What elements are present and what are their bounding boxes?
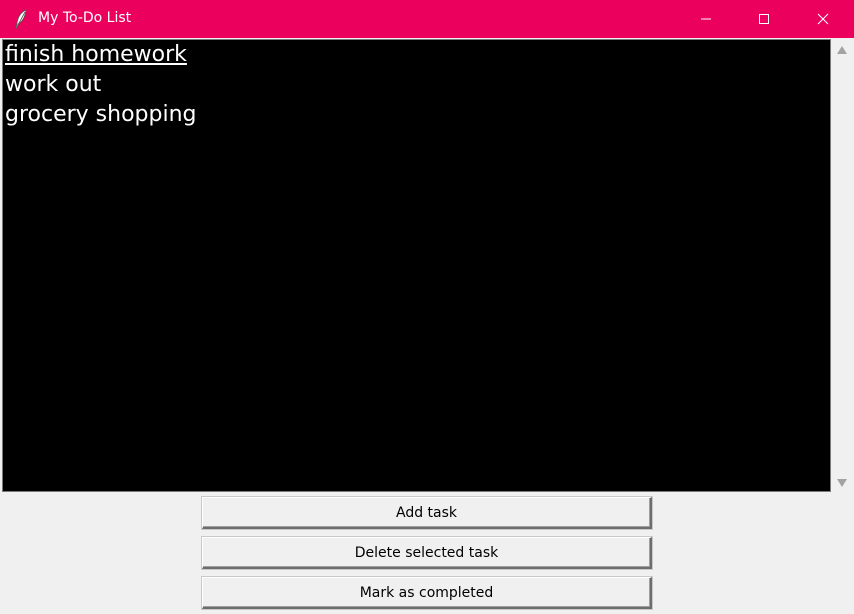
mark-completed-button[interactable]: Mark as completed	[202, 577, 652, 609]
close-icon	[817, 13, 829, 25]
vertical-scrollbar[interactable]	[833, 39, 852, 492]
app-window: My To-Do List finish homework work out g…	[0, 0, 854, 614]
task-item[interactable]: grocery shopping	[3, 100, 830, 130]
title-bar[interactable]: My To-Do List	[0, 0, 854, 38]
task-item[interactable]: finish homework	[3, 40, 830, 70]
minimize-icon	[700, 13, 712, 25]
minimize-button[interactable]	[677, 0, 735, 38]
scroll-up-arrow-icon[interactable]	[837, 46, 847, 54]
maximize-icon	[758, 13, 770, 25]
maximize-button[interactable]	[735, 0, 793, 38]
delete-task-button[interactable]: Delete selected task	[202, 537, 652, 569]
window-title: My To-Do List	[38, 10, 132, 26]
task-label: finish homework	[5, 42, 187, 67]
task-label: grocery shopping	[5, 102, 197, 127]
close-button[interactable]	[794, 0, 852, 38]
task-item[interactable]: work out	[3, 70, 830, 100]
scroll-down-arrow-icon[interactable]	[837, 479, 847, 487]
feather-icon	[14, 9, 28, 29]
task-listbox[interactable]: finish homework work out grocery shoppin…	[2, 39, 831, 492]
add-task-button[interactable]: Add task	[202, 497, 652, 529]
task-label: work out	[5, 72, 102, 97]
